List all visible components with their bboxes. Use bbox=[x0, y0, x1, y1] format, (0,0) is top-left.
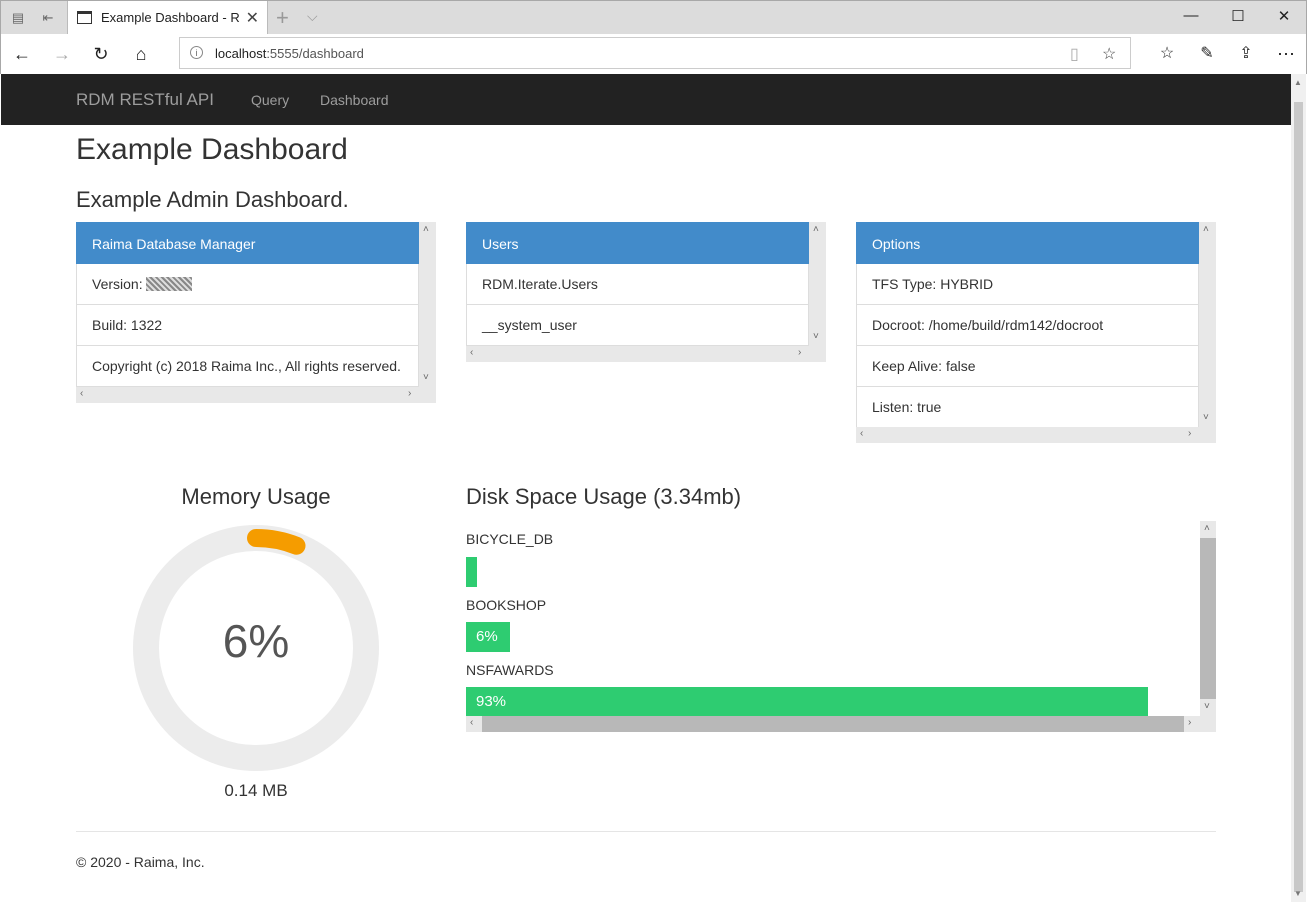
refresh-icon[interactable]: ↻ bbox=[89, 42, 113, 66]
maximize-icon[interactable]: ☐ bbox=[1223, 7, 1253, 25]
list-item: RDM.Iterate.Users bbox=[466, 264, 809, 305]
browser-toolbar: ← → ↻ ⌂ i localhost:5555/dashboard ▯ ☆ ☆… bbox=[0, 34, 1307, 74]
browser-tab-bar: ▤ ⇤ Example Dashboard - R ✕ + ⌵ — ☐ ✕ bbox=[0, 0, 1307, 35]
scroll-up-icon[interactable]: ▲ bbox=[1294, 78, 1302, 87]
share-icon[interactable]: ⇪ bbox=[1234, 42, 1258, 66]
disk-db-name: BICYCLE_DB bbox=[466, 531, 554, 547]
panel-header: Users bbox=[466, 222, 809, 264]
memory-title: Memory Usage bbox=[181, 484, 331, 509]
scroll-down-icon[interactable]: ˅ bbox=[1204, 701, 1210, 712]
scroll-down-icon[interactable]: ▼ bbox=[1294, 889, 1302, 898]
footer-text: © 2020 - Raima, Inc. bbox=[76, 854, 205, 870]
scroll-right-icon[interactable]: › bbox=[798, 347, 801, 358]
scrollbar-thumb[interactable] bbox=[1294, 102, 1303, 892]
disk-db-name: NSFAWARDS bbox=[466, 662, 554, 678]
panel-users: Users RDM.Iterate.Users __system_user ˄ … bbox=[466, 222, 826, 362]
site-brand[interactable]: RDM RESTful API bbox=[76, 90, 214, 110]
horizontal-scrollbar[interactable]: ‹ › bbox=[466, 346, 809, 362]
scroll-right-icon[interactable]: › bbox=[1188, 428, 1191, 439]
scroll-up-icon[interactable]: ˄ bbox=[1203, 224, 1209, 235]
footer-divider bbox=[76, 831, 1216, 832]
list-item: Copyright (c) 2018 Raima Inc., All right… bbox=[76, 346, 419, 387]
list-item: Version: bbox=[76, 264, 419, 305]
home-icon[interactable]: ⌂ bbox=[129, 42, 153, 66]
address-bar[interactable]: i localhost:5555/dashboard ▯ ☆ bbox=[179, 37, 1131, 69]
scroll-left-icon[interactable]: ‹ bbox=[470, 717, 473, 728]
page-title: Example Dashboard bbox=[76, 133, 348, 166]
browser-tab[interactable]: Example Dashboard - R ✕ bbox=[67, 1, 268, 35]
scrollbar-thumb[interactable] bbox=[482, 716, 1184, 732]
vertical-scrollbar[interactable]: ˄ ˅ bbox=[1199, 222, 1216, 427]
list-item: Listen: true bbox=[856, 387, 1199, 428]
vertical-scrollbar[interactable]: ˄ ˅ bbox=[809, 222, 826, 346]
disk-bar-bookshop: 6% bbox=[466, 622, 510, 652]
disk-bar-bicycle-db bbox=[466, 557, 477, 587]
list-item: Build: 1322 bbox=[76, 305, 419, 346]
vertical-scrollbar[interactable]: ˄ ˅ bbox=[1200, 521, 1216, 716]
panel-options-content: Options TFS Type: HYBRID Docroot: /home/… bbox=[856, 222, 1199, 428]
panel-rdm: Raima Database Manager Version: Build: 1… bbox=[76, 222, 436, 403]
list-item: Docroot: /home/build/rdm142/docroot bbox=[856, 305, 1199, 346]
panel-header: Raima Database Manager bbox=[76, 222, 419, 264]
url-text[interactable]: localhost:5555/dashboard bbox=[215, 46, 364, 61]
vertical-scrollbar[interactable]: ˄ ˅ bbox=[419, 222, 436, 387]
horizontal-scrollbar[interactable]: ‹ › bbox=[76, 387, 419, 403]
reading-view-icon[interactable]: ▯ bbox=[1070, 44, 1079, 64]
memory-percent: 6% bbox=[222, 615, 290, 667]
tab-title: Example Dashboard - R bbox=[101, 10, 240, 25]
scroll-left-icon[interactable]: ‹ bbox=[80, 388, 83, 399]
new-tab-icon[interactable]: + bbox=[276, 5, 289, 31]
disk-title: Disk Space Usage (3.34mb) bbox=[466, 484, 742, 509]
page-vertical-scrollbar[interactable]: ▲ ▼ bbox=[1291, 74, 1306, 902]
back-icon[interactable]: ← bbox=[10, 42, 34, 66]
horizontal-scrollbar[interactable]: ‹ › bbox=[466, 716, 1216, 732]
scroll-up-icon[interactable]: ˄ bbox=[1204, 523, 1210, 534]
close-window-icon[interactable]: ✕ bbox=[1269, 7, 1299, 25]
scroll-left-icon[interactable]: ‹ bbox=[470, 347, 473, 358]
tab-restore-icon[interactable]: ⇤ bbox=[39, 9, 57, 27]
disk-db-name: BOOKSHOP bbox=[466, 597, 547, 613]
tab-set-aside-icon[interactable]: ▤ bbox=[9, 9, 27, 27]
list-item: TFS Type: HYBRID bbox=[856, 264, 1199, 305]
scroll-right-icon[interactable]: › bbox=[1188, 717, 1191, 728]
memory-value: 0.14 MB bbox=[224, 781, 288, 800]
list-item: __system_user bbox=[466, 305, 809, 346]
panel-rdm-content: Raima Database Manager Version: Build: 1… bbox=[76, 222, 419, 387]
nav-dashboard[interactable]: Dashboard bbox=[320, 92, 389, 108]
favorite-star-icon[interactable]: ☆ bbox=[1102, 44, 1116, 64]
chevron-down-icon[interactable]: ⌵ bbox=[307, 8, 318, 25]
site-navbar: RDM RESTful API Query Dashboard bbox=[1, 74, 1291, 125]
horizontal-scrollbar[interactable]: ‹ › bbox=[856, 427, 1199, 443]
scroll-up-icon[interactable]: ˄ bbox=[423, 224, 429, 235]
list-item: Keep Alive: false bbox=[856, 346, 1199, 387]
minimize-icon[interactable]: — bbox=[1176, 7, 1206, 24]
favorites-icon[interactable]: ☆ bbox=[1155, 42, 1179, 66]
scroll-left-icon[interactable]: ‹ bbox=[860, 428, 863, 439]
page-content: RDM RESTful API Query Dashboard Example … bbox=[1, 74, 1291, 902]
scroll-right-icon[interactable]: › bbox=[408, 388, 411, 399]
scroll-up-icon[interactable]: ˄ bbox=[813, 224, 819, 235]
disk-usage-list: BICYCLE_DB BOOKSHOP 6% NSFAWARDS 93% ˄ ˅… bbox=[466, 521, 1216, 732]
nav-query[interactable]: Query bbox=[251, 92, 289, 108]
forward-icon[interactable]: → bbox=[50, 42, 74, 66]
page-subtitle: Example Admin Dashboard. bbox=[76, 187, 349, 212]
more-icon[interactable]: ⋯ bbox=[1274, 42, 1298, 66]
close-tab-icon[interactable]: ✕ bbox=[246, 8, 259, 28]
scroll-down-icon[interactable]: ˅ bbox=[423, 372, 429, 383]
pen-icon[interactable]: ✎ bbox=[1195, 42, 1219, 66]
page-icon bbox=[77, 11, 92, 24]
panel-options: Options TFS Type: HYBRID Docroot: /home/… bbox=[856, 222, 1216, 443]
scroll-down-icon[interactable]: ˅ bbox=[813, 331, 819, 342]
scroll-down-icon[interactable]: ˅ bbox=[1203, 412, 1209, 423]
scrollbar-thumb[interactable] bbox=[1200, 538, 1216, 699]
info-icon[interactable]: i bbox=[190, 46, 203, 59]
redacted-version bbox=[146, 277, 193, 291]
disk-bar-nsfawards: 93% bbox=[466, 687, 1148, 717]
panel-header: Options bbox=[856, 222, 1199, 264]
panel-users-content: Users RDM.Iterate.Users __system_user bbox=[466, 222, 809, 346]
